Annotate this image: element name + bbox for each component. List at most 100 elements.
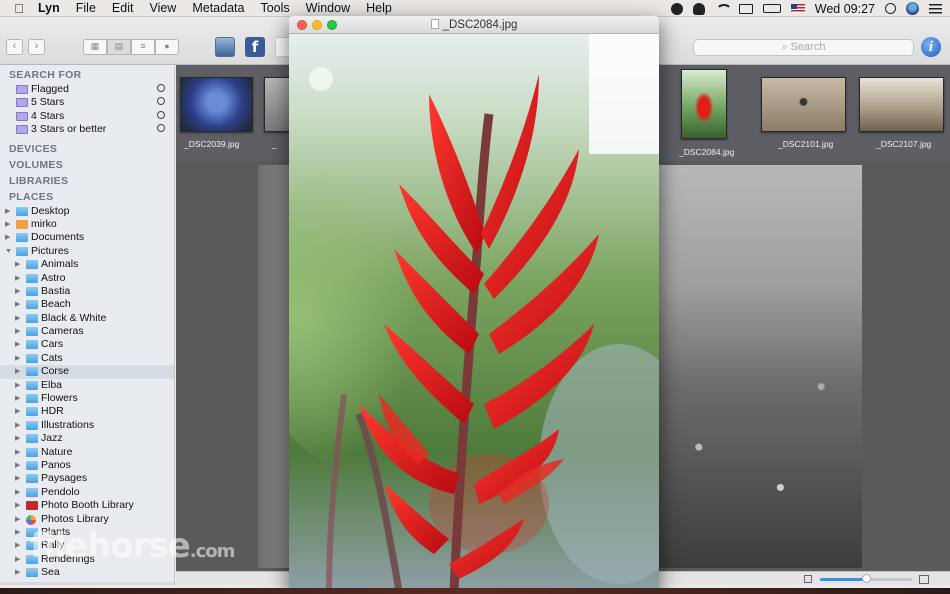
siri-icon[interactable] bbox=[906, 2, 919, 15]
sidebar-place-item[interactable]: ▶ mirko bbox=[0, 218, 174, 231]
disclosure-closed-icon[interactable]: ▶ bbox=[15, 486, 20, 499]
disclosure-closed-icon[interactable]: ▶ bbox=[15, 298, 20, 311]
grid-view-icon[interactable]: ▦ bbox=[83, 39, 107, 55]
menu-edit[interactable]: Edit bbox=[112, 1, 134, 15]
magnifier-icon[interactable] bbox=[157, 84, 165, 92]
disclosure-closed-icon[interactable]: ▶ bbox=[15, 432, 20, 445]
share-people-icon[interactable] bbox=[215, 37, 235, 57]
airplay-icon[interactable] bbox=[738, 3, 753, 14]
disclosure-closed-icon[interactable]: ▶ bbox=[5, 205, 10, 218]
disclosure-closed-icon[interactable]: ▶ bbox=[15, 459, 20, 472]
menubar-clock[interactable]: Wed 09:27 bbox=[815, 2, 875, 16]
info-button[interactable]: i bbox=[921, 37, 941, 57]
thumbnail-image[interactable] bbox=[681, 69, 727, 139]
notification-center-icon[interactable] bbox=[929, 3, 942, 14]
sidebar-folder-item[interactable]: ▶ Jazz bbox=[0, 432, 174, 445]
sidebar-folder-item[interactable]: ▶ Animals bbox=[0, 258, 174, 271]
input-source-flag-icon[interactable] bbox=[790, 4, 805, 13]
sidebar-folder-item[interactable]: ▶ Flowers bbox=[0, 392, 174, 405]
disclosure-closed-icon[interactable]: ▶ bbox=[5, 218, 10, 231]
forward-button[interactable]: › bbox=[28, 39, 45, 55]
image-viewer-window[interactable]: _DSC2084.jpg bbox=[289, 16, 659, 591]
sidebar-folder-item[interactable]: ▶ Paysages bbox=[0, 472, 174, 485]
menu-metadata[interactable]: Metadata bbox=[192, 1, 244, 15]
disclosure-closed-icon[interactable]: ▶ bbox=[15, 272, 20, 285]
zoom-slider-knob[interactable] bbox=[862, 574, 871, 583]
disclosure-closed-icon[interactable]: ▶ bbox=[5, 231, 10, 244]
disclosure-closed-icon[interactable]: ▶ bbox=[15, 513, 20, 526]
image-window-titlebar[interactable]: _DSC2084.jpg bbox=[289, 16, 659, 34]
menu-app-lyn[interactable]: Lyn bbox=[38, 1, 60, 15]
spotlight-search-icon[interactable] bbox=[885, 3, 896, 14]
magnifier-icon[interactable] bbox=[157, 110, 165, 119]
sidebar-folder-item[interactable]: ▶ Bastia bbox=[0, 285, 174, 298]
menu-tools[interactable]: Tools bbox=[260, 1, 289, 15]
section-devices[interactable]: DEVICES bbox=[0, 141, 174, 157]
sidebar-folder-item[interactable]: ▶ Cats bbox=[0, 352, 174, 365]
disclosure-closed-icon[interactable]: ▶ bbox=[15, 566, 20, 579]
filmstrip-view-icon[interactable]: ▤ bbox=[107, 39, 131, 55]
smart-search-item[interactable]: 5 Stars bbox=[0, 96, 174, 109]
sidebar-folder-item[interactable]: ▶ Elba bbox=[0, 379, 174, 392]
disclosure-closed-icon[interactable]: ▶ bbox=[15, 392, 20, 405]
zoom-window-button[interactable] bbox=[327, 20, 337, 30]
section-volumes[interactable]: VOLUMES bbox=[0, 157, 174, 173]
sidebar-folder-item[interactable]: ▶ Nature bbox=[0, 446, 174, 459]
sidebar-place-item[interactable]: ▶ Desktop bbox=[0, 205, 174, 218]
disclosure-closed-icon[interactable]: ▶ bbox=[15, 258, 20, 271]
disclosure-closed-icon[interactable]: ▶ bbox=[15, 338, 20, 351]
sidebar-folder-item[interactable]: ▶ Corse bbox=[0, 365, 174, 379]
sidebar-folder-item[interactable]: ▶ Panos bbox=[0, 459, 174, 472]
section-search-for[interactable]: SEARCH FOR bbox=[0, 67, 174, 83]
sidebar-folder-item[interactable]: ▶ Cars bbox=[0, 338, 174, 351]
search-input[interactable]: ⌕ Search bbox=[693, 39, 914, 56]
status-info-icon[interactable] bbox=[670, 2, 683, 15]
zoom-slider[interactable] bbox=[820, 574, 912, 583]
sidebar-folder-item[interactable]: ▶ Beach bbox=[0, 298, 174, 311]
facebook-icon[interactable]: f bbox=[245, 37, 265, 57]
disclosure-closed-icon[interactable]: ▶ bbox=[15, 472, 20, 485]
sidebar-place-item[interactable]: ▼ Pictures bbox=[0, 245, 174, 258]
disclosure-closed-icon[interactable]: ▶ bbox=[15, 446, 20, 459]
zoom-out-icon[interactable] bbox=[804, 575, 812, 583]
battery-icon[interactable] bbox=[762, 4, 781, 13]
sidebar-resize-bar[interactable] bbox=[0, 582, 174, 585]
disclosure-open-icon[interactable]: ▼ bbox=[5, 245, 12, 258]
sidebar-folder-item[interactable]: ▶ Sea bbox=[0, 566, 174, 579]
disclosure-closed-icon[interactable]: ▶ bbox=[15, 285, 20, 298]
sidebar-folder-item[interactable]: ▶ Black & White bbox=[0, 312, 174, 325]
disclosure-closed-icon[interactable]: ▶ bbox=[15, 553, 20, 566]
magnifier-icon[interactable] bbox=[157, 97, 165, 106]
thumbnail-image[interactable] bbox=[761, 77, 846, 132]
smart-search-item[interactable]: 4 Stars bbox=[0, 110, 174, 123]
disclosure-closed-icon[interactable]: ▶ bbox=[15, 405, 20, 418]
apple-menu-icon[interactable]:  bbox=[12, 1, 26, 16]
section-places[interactable]: PLACES bbox=[0, 189, 174, 205]
status-cloud-icon[interactable] bbox=[692, 2, 705, 15]
disclosure-closed-icon[interactable]: ▶ bbox=[15, 365, 20, 378]
disclosure-closed-icon[interactable]: ▶ bbox=[15, 526, 20, 539]
disclosure-closed-icon[interactable]: ▶ bbox=[15, 352, 20, 365]
disclosure-closed-icon[interactable]: ▶ bbox=[15, 539, 20, 552]
disclosure-closed-icon[interactable]: ▶ bbox=[15, 379, 20, 392]
disclosure-closed-icon[interactable]: ▶ bbox=[15, 312, 20, 325]
sidebar-folder-item[interactable]: ▶ Illustrations bbox=[0, 419, 174, 432]
wifi-icon[interactable] bbox=[715, 3, 729, 15]
disclosure-closed-icon[interactable]: ▶ bbox=[15, 325, 20, 338]
sidebar-folder-item[interactable]: ▶ Photo Booth Library bbox=[0, 499, 174, 512]
magnifier-icon[interactable] bbox=[157, 124, 165, 133]
sidebar-place-item[interactable]: ▶ Documents bbox=[0, 231, 174, 244]
back-button[interactable]: ‹ bbox=[6, 39, 23, 55]
thumbnail-image[interactable] bbox=[180, 77, 253, 132]
smart-search-item[interactable]: 3 Stars or better bbox=[0, 123, 174, 136]
menu-window[interactable]: Window bbox=[306, 1, 350, 15]
sidebar-folder-item[interactable]: ▶ HDR bbox=[0, 405, 174, 418]
map-view-icon[interactable]: ● bbox=[155, 39, 179, 55]
sidebar-folder-item[interactable]: ▶ Cameras bbox=[0, 325, 174, 338]
section-libraries[interactable]: LIBRARIES bbox=[0, 173, 174, 189]
smart-search-item[interactable]: Flagged bbox=[0, 83, 174, 96]
menu-view[interactable]: View bbox=[149, 1, 176, 15]
thumbnail-image[interactable] bbox=[264, 77, 290, 132]
disclosure-closed-icon[interactable]: ▶ bbox=[15, 419, 20, 432]
sidebar-folder-item[interactable]: ▶ Pendolo bbox=[0, 486, 174, 499]
